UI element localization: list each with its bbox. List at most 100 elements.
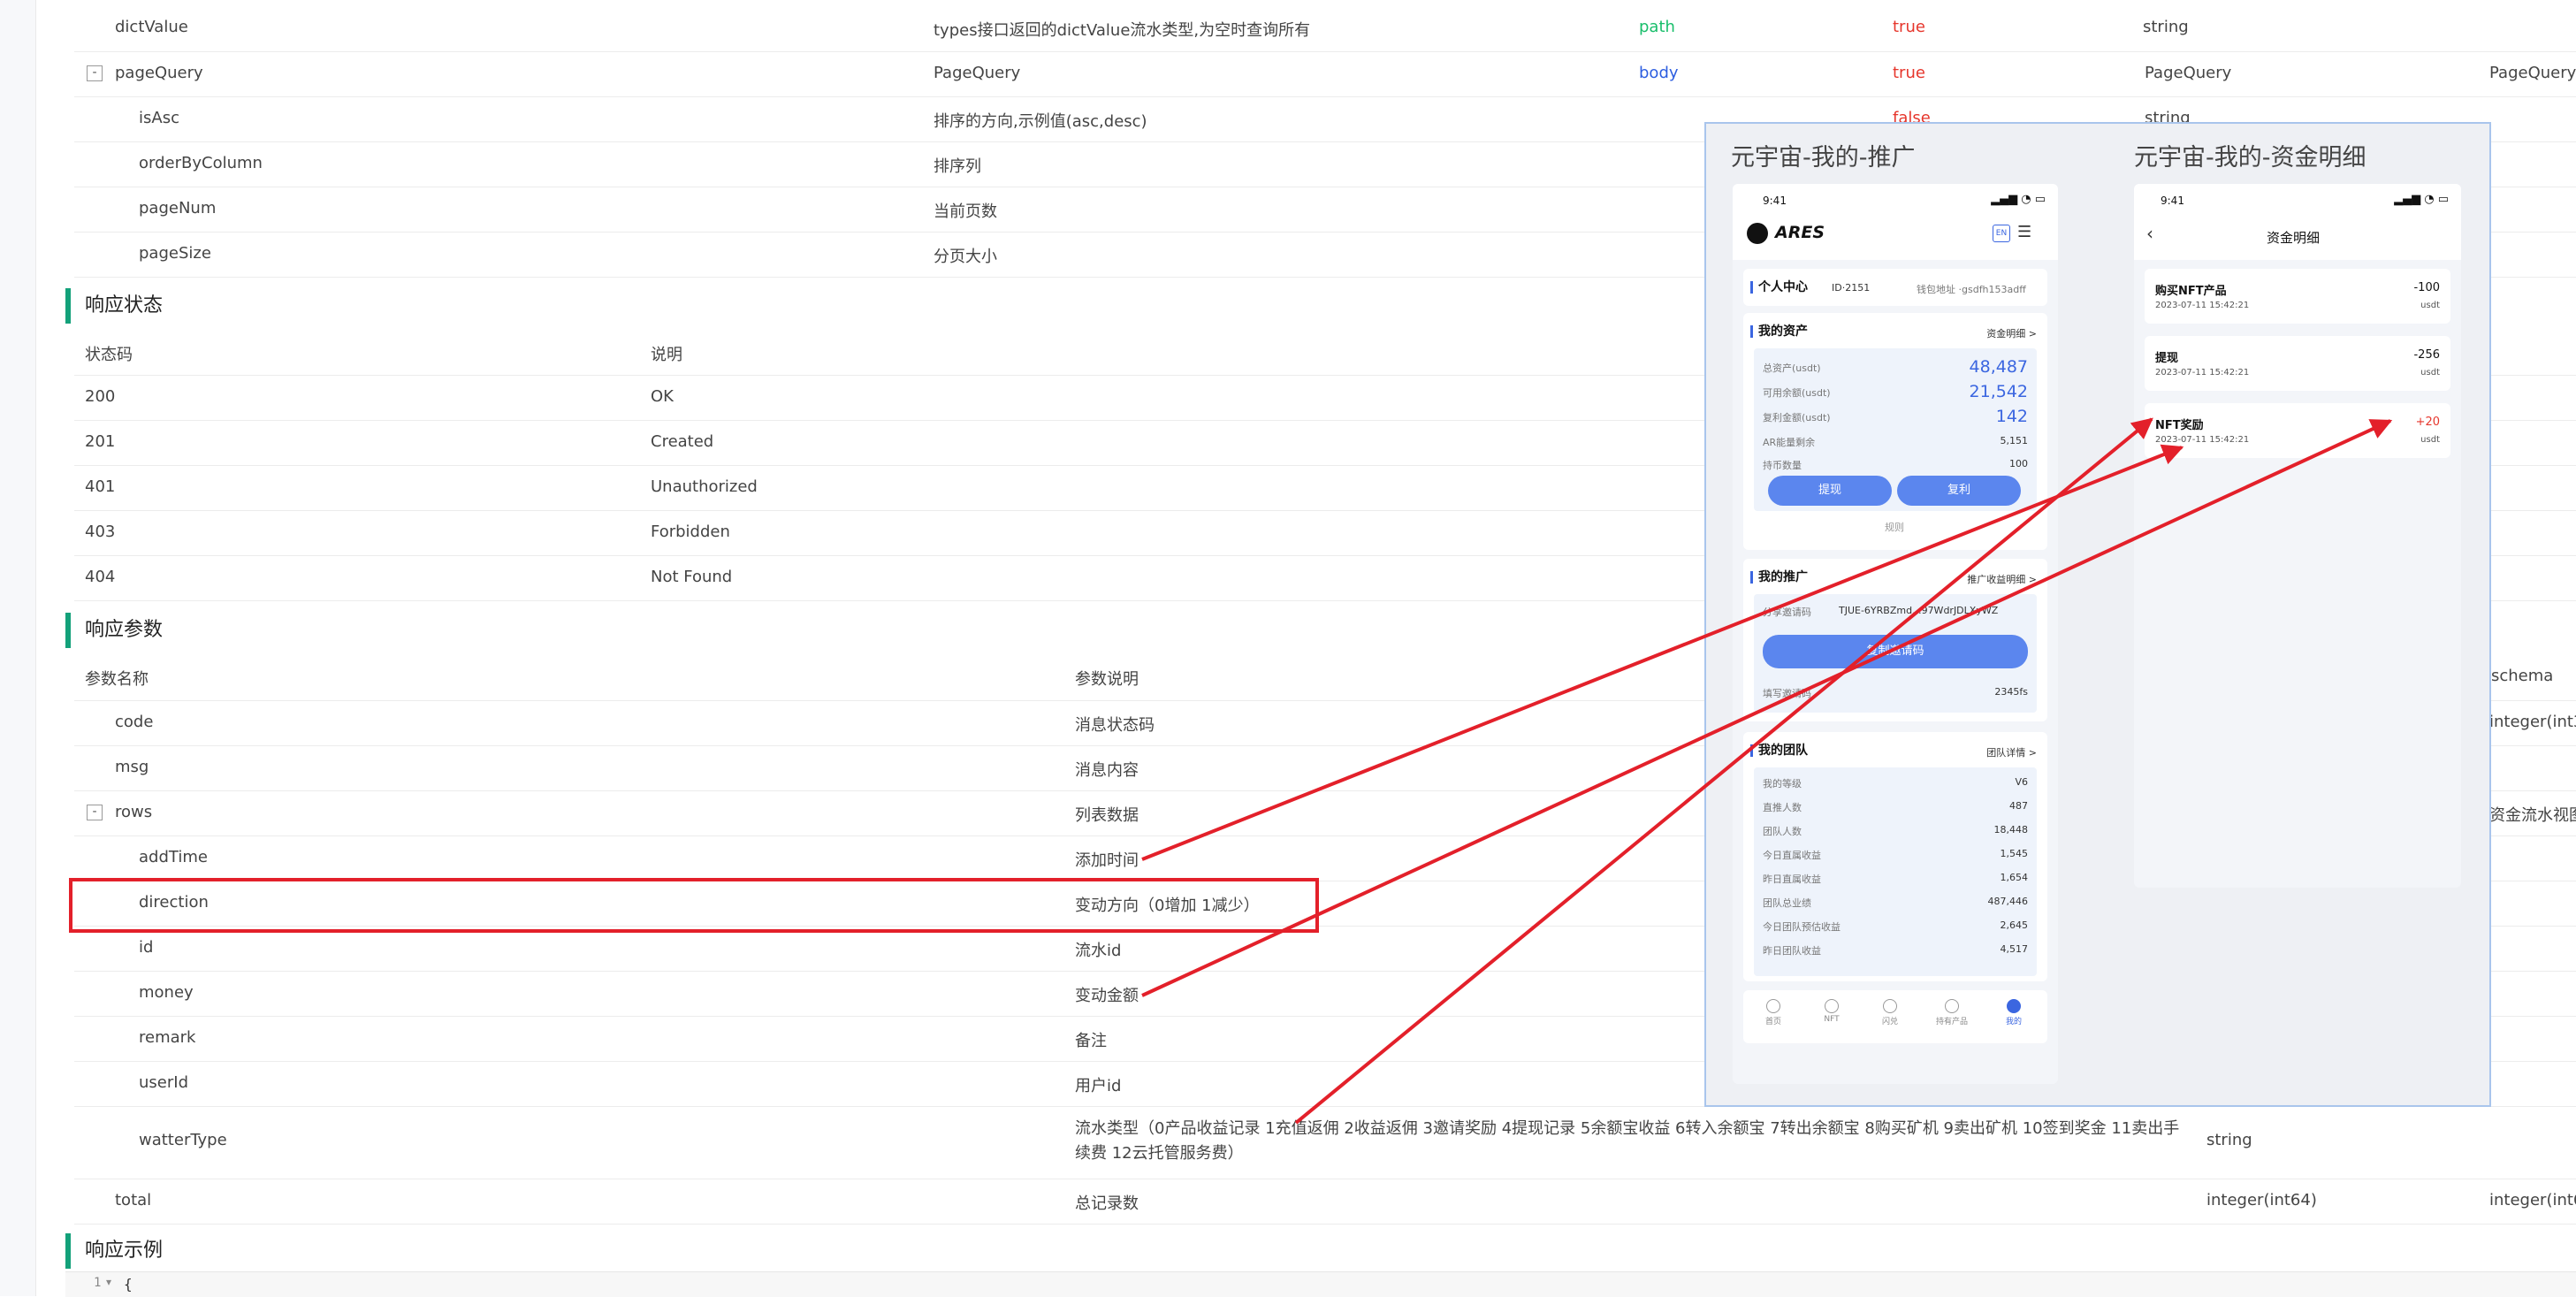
param-desc: 流水id — [1075, 942, 1122, 960]
list-item[interactable]: 提现 2023-07-11 15:42:21 -256 usdt — [2145, 336, 2450, 391]
param-name: dictValue — [115, 18, 188, 36]
status-desc: Created — [651, 432, 714, 451]
logo-icon — [1747, 223, 1768, 244]
team-label: 昨日团队收益 — [1763, 945, 1821, 957]
param-name: money — [139, 983, 194, 1002]
table-row: total 总记录数 integer(int64) integer(int64) — [74, 1179, 2576, 1225]
phone-promotion: 9:41 ▂▄▆ ◔ ▭ ARES EN ☰ 个人中心 ID·2151 钱包地址… — [1733, 184, 2058, 1084]
param-desc: 变动金额 — [1075, 987, 1139, 1005]
param-name: msg — [115, 758, 149, 776]
param-desc: 添加时间 — [1075, 851, 1139, 870]
param-desc: 用户id — [1075, 1077, 1122, 1095]
param-desc: 消息状态码 — [1075, 716, 1155, 735]
stat-value: 5,151 — [2000, 435, 2029, 446]
tab-label: 首页 — [1764, 1018, 1781, 1026]
tab-swap[interactable]: 闪兑 — [1863, 999, 1917, 1026]
tab-holdings[interactable]: 持有产品 — [1925, 999, 1978, 1026]
flow-amount: +20 — [2415, 416, 2440, 429]
param-desc: 列表数据 — [1075, 806, 1139, 825]
list-item[interactable]: NFT奖励 2023-07-11 15:42:21 +20 usdt — [2145, 403, 2450, 458]
user-id: ID·2151 — [1832, 282, 1871, 294]
list-item[interactable]: 购买NFT产品 2023-07-11 15:42:21 -100 usdt — [2145, 269, 2450, 324]
param-name: id — [139, 938, 154, 957]
flow-time: 2023-07-11 15:42:21 — [2155, 368, 2250, 378]
status-code: 403 — [85, 523, 116, 541]
status-code: 401 — [85, 477, 116, 496]
language-button[interactable]: EN — [1993, 225, 2010, 242]
collapse-toggle[interactable]: - — [87, 65, 103, 81]
param-type: string — [2206, 1131, 2252, 1149]
status-code: 201 — [85, 432, 116, 451]
wallet-address: 钱包地址 ·gsdfh153adff — [1917, 284, 2026, 295]
team-label: 今日团队预估收益 — [1763, 921, 1841, 933]
invite-income-link[interactable]: 推广收益明细 > — [1967, 572, 2037, 586]
fold-icon[interactable]: ▾ — [106, 1276, 111, 1288]
bottom-tab-bar: 首页 NFT 闪兑 持有产品 我的 — [1743, 990, 2047, 1043]
team-value: 487 — [2009, 800, 2028, 812]
param-name: pageQuery — [115, 64, 203, 82]
line-number: 1 — [94, 1276, 102, 1290]
table-row: watterType 流水类型（0产品收益记录 1充值返佣 2收益返佣 3邀请奖… — [74, 1106, 2576, 1179]
menu-icon[interactable]: ☰ — [2017, 223, 2031, 241]
section-title-response-params: 响应参数 — [65, 613, 163, 648]
status-code: 200 — [85, 387, 116, 406]
col-header-desc: 参数说明 — [1075, 670, 1139, 689]
param-name: code — [115, 713, 154, 731]
flow-name: 购买NFT产品 — [2155, 285, 2227, 298]
col-header-desc: 说明 — [651, 346, 682, 364]
collapse-toggle[interactable]: - — [87, 805, 103, 820]
param-name: addTime — [139, 848, 208, 866]
team-value: V6 — [2015, 776, 2028, 788]
copy-invite-button[interactable]: 复制邀请码 — [1763, 635, 2028, 668]
highlight-box — [69, 878, 1319, 933]
code-text: { — [124, 1276, 133, 1293]
tab-mine[interactable]: 我的 — [1987, 999, 2040, 1026]
team-label: 团队总业绩 — [1763, 897, 1811, 909]
param-desc: 分页大小 — [934, 248, 997, 266]
stat-row: 复利金额(usdt) 142 — [1763, 407, 2028, 428]
compound-button[interactable]: 复利 — [1897, 476, 2021, 506]
param-type: string — [2143, 18, 2189, 36]
tab-nft[interactable]: NFT — [1805, 999, 1858, 1024]
param-desc: 备注 — [1075, 1032, 1107, 1050]
param-in: path — [1639, 18, 1675, 36]
assets-title: 我的资产 — [1750, 325, 1808, 338]
team-label: 今日直属收益 — [1763, 850, 1821, 861]
stat-value: 100 — [2009, 458, 2028, 469]
table-row: dictValue types接口返回的dictValue流水类型,为空时查询所… — [74, 5, 2576, 52]
flow-amount: -100 — [2413, 281, 2440, 294]
team-value: 18,448 — [1993, 824, 2029, 835]
param-schema: PageQuery — [2489, 64, 2576, 82]
flow-name: 提现 — [2155, 352, 2179, 365]
param-schema: 资金流水视图 — [2489, 806, 2576, 825]
team-value: 1,545 — [2000, 848, 2029, 859]
assets-card: 我的资产 资金明细 > 总资产(usdt) 48,487 可用余额(usdt) … — [1743, 313, 2047, 550]
team-label: 团队人数 — [1763, 826, 1802, 837]
invite-code: TJUE-6YRBZmd...97WdrJDLXyWZ — [1839, 605, 1999, 616]
param-name: watterType — [139, 1131, 227, 1149]
rule-link[interactable]: 规则 — [1885, 520, 1904, 534]
section-title-response-status: 响应状态 — [65, 288, 163, 324]
flow-amount: -256 — [2413, 348, 2440, 362]
invite-title: 我的推广 — [1750, 571, 1808, 584]
back-icon[interactable]: ‹ — [2146, 223, 2153, 244]
tab-label: 闪兑 — [1881, 1018, 1898, 1026]
param-desc: types接口返回的dictValue流水类型,为空时查询所有 — [934, 21, 1311, 40]
stat-row: AR能量剩余 5,151 — [1763, 435, 2028, 453]
stat-row: 可用余额(usdt) 21,542 — [1763, 382, 2028, 403]
param-in: body — [1639, 64, 1679, 82]
fund-detail-link[interactable]: 资金明细 > — [1986, 326, 2037, 340]
team-value: 487,446 — [1987, 896, 2029, 907]
flow-unit: usdt — [2420, 368, 2440, 378]
flow-name: NFT奖励 — [2155, 419, 2204, 432]
param-type: integer(int64) — [2206, 1191, 2317, 1209]
team-detail-link[interactable]: 团队详情 > — [1986, 745, 2037, 759]
stat-value: 48,487 — [1969, 357, 2028, 377]
team-label: 直推人数 — [1763, 802, 1802, 813]
col-header-name: 参数名称 — [85, 670, 149, 689]
tab-home[interactable]: 首页 — [1747, 999, 1800, 1026]
swap-icon — [1883, 999, 1897, 1013]
param-desc: 当前页数 — [934, 202, 997, 221]
withdraw-button[interactable]: 提现 — [1768, 476, 1892, 506]
filled-invite-value: 2345fs — [1994, 686, 2028, 698]
